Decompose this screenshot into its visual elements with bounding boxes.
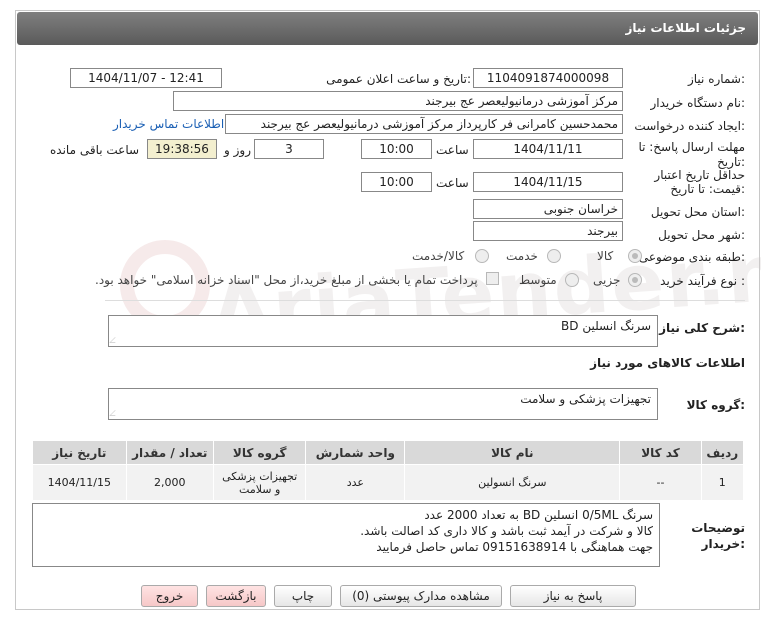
col-header-row: ردیف	[700, 440, 745, 465]
cell-date: 1404/11/15	[32, 464, 127, 501]
buyer-org-field: مرکز آموزشی درمانیولیعصر عج بیرجند	[173, 91, 623, 111]
province-label: استان محل تحویل:	[650, 205, 745, 219]
buyer-org-label: نام دستگاه خریدار:	[650, 96, 746, 110]
buyer-notes-textarea[interactable]: سرنگ 0/5ML انسلین BD به تعداد 2000 عدد ک…	[32, 503, 660, 567]
days-field: 3	[254, 139, 324, 159]
cell-unit: عدد	[305, 464, 406, 501]
buyer-contact-link[interactable]: اطلاعات تماس خریدار	[113, 117, 224, 131]
province-field: خراسان جنوبی	[473, 199, 623, 219]
buyer-notes-label-2: خریدار:	[701, 537, 745, 551]
remaining-time-field: 19:38:56	[147, 139, 217, 159]
goods-info-title: اطلاعات کالاهای مورد نیاز	[590, 356, 745, 370]
summary-textarea[interactable]: سرنگ انسلین BD	[108, 315, 658, 347]
validity-label-2: قیمت: تا تاریخ:	[670, 182, 745, 196]
view-docs-button[interactable]: مشاهده مدارک پیوستی (0)	[340, 585, 502, 607]
process-radio-medium[interactable]	[565, 273, 579, 287]
goods-group-textarea[interactable]: تجهیزات پزشکی و سلامت	[108, 388, 658, 420]
buyer-notes-line: سرنگ 0/5ML انسلین BD به تعداد 2000 عدد	[424, 508, 653, 522]
announce-label: تاریخ و ساعت اعلان عمومی:	[326, 72, 471, 86]
validity-time-label: ساعت	[436, 176, 469, 190]
category-option-both: کالا/خدمت	[412, 249, 465, 263]
col-header-date: تاریخ نیاز	[32, 440, 127, 465]
cell-code: --	[619, 464, 702, 501]
treasury-checkbox[interactable]	[486, 272, 499, 285]
page-title: جزئیات اطلاعات نیاز	[625, 21, 746, 35]
category-radio-goods[interactable]	[628, 249, 642, 263]
buyer-notes-line: جهت هماهنگی با 09151638914 تماس حاصل فرم…	[376, 540, 653, 554]
need-number-label: شماره نیاز:	[687, 72, 745, 86]
col-header-qty: تعداد / مقدار	[125, 440, 214, 465]
reply-button[interactable]: پاسخ به نیاز	[510, 585, 636, 607]
days-label: روز و	[224, 143, 251, 157]
table-header-row: ردیف کد کالا نام کالا واحد شمارش گروه کا…	[32, 440, 745, 465]
cell-name: سرنگ انسولین	[404, 464, 621, 501]
buyer-notes-line: کالا و شرکت در آیمد ثبت باشد و کالا داری…	[360, 524, 653, 538]
payment-note: پرداخت تمام یا بخشی از مبلغ خرید،از محل …	[95, 273, 478, 287]
buyer-notes-label: توضیحات	[691, 521, 745, 535]
cell-qty: 2,000	[125, 464, 214, 501]
city-field: بیرجند	[473, 221, 623, 241]
page-header: جزئیات اطلاعات نیاز	[17, 12, 758, 45]
process-option-medium: متوسط	[519, 273, 557, 287]
cell-group: تجهیزات پزشکی و سلامت	[212, 464, 307, 501]
divider	[105, 300, 745, 301]
col-header-unit: واحد شمارش	[305, 440, 406, 465]
back-button[interactable]: بازگشت	[206, 585, 266, 607]
category-radio-both[interactable]	[475, 249, 489, 263]
process-label: نوع فرآیند خرید :	[660, 274, 745, 288]
need-number-field: 1104091874000098	[473, 68, 623, 88]
resize-handle-icon[interactable]	[109, 410, 121, 416]
deadline-time-label: ساعت	[436, 143, 469, 157]
cell-row: 1	[700, 464, 745, 501]
category-radio-service[interactable]	[547, 249, 561, 263]
deadline-date-field: 1404/11/11	[473, 139, 623, 159]
summary-text: سرنگ انسلین BD	[561, 319, 651, 333]
category-label: طبقه بندی موضوعی:	[638, 250, 745, 264]
table-row[interactable]: 1 -- سرنگ انسولین عدد تجهیزات پزشکی و سل…	[32, 464, 745, 501]
summary-label: شرح کلی نیاز:	[659, 321, 745, 335]
resize-handle-icon[interactable]	[109, 337, 121, 343]
deadline-label: مهلت ارسال پاسخ: تا	[638, 140, 745, 154]
items-table: ردیف کد کالا نام کالا واحد شمارش گروه کا…	[32, 440, 745, 501]
deadline-time-field: 10:00	[361, 139, 432, 159]
goods-group-label: گروه کالا:	[686, 398, 745, 412]
col-header-group: گروه کالا	[212, 440, 307, 465]
requester-label: ایجاد کننده درخواست:	[634, 119, 745, 133]
process-option-minor: جزیی	[593, 273, 621, 287]
announce-field: 1404/11/07 - 12:41	[70, 68, 222, 88]
print-button[interactable]: چاپ	[274, 585, 332, 607]
col-header-name: نام کالا	[404, 440, 621, 465]
col-header-code: کد کالا	[619, 440, 702, 465]
remaining-label: ساعت باقی مانده	[50, 143, 140, 157]
exit-button[interactable]: خروج	[141, 585, 198, 607]
validity-time-field: 10:00	[361, 172, 432, 192]
process-radio-minor[interactable]	[628, 273, 642, 287]
city-label: شهر محل تحویل:	[658, 228, 745, 242]
goods-group-text: تجهیزات پزشکی و سلامت	[520, 392, 651, 406]
validity-date-field: 1404/11/15	[473, 172, 623, 192]
deadline-label-2: تاریخ:	[717, 155, 745, 169]
category-option-goods: کالا	[597, 249, 614, 263]
category-option-service: خدمت	[506, 249, 538, 263]
requester-field: محمدحسین کامرانی فر کارپرداز مرکز آموزشی…	[225, 114, 623, 134]
validity-label: حداقل تاریخ اعتبار	[654, 168, 745, 182]
